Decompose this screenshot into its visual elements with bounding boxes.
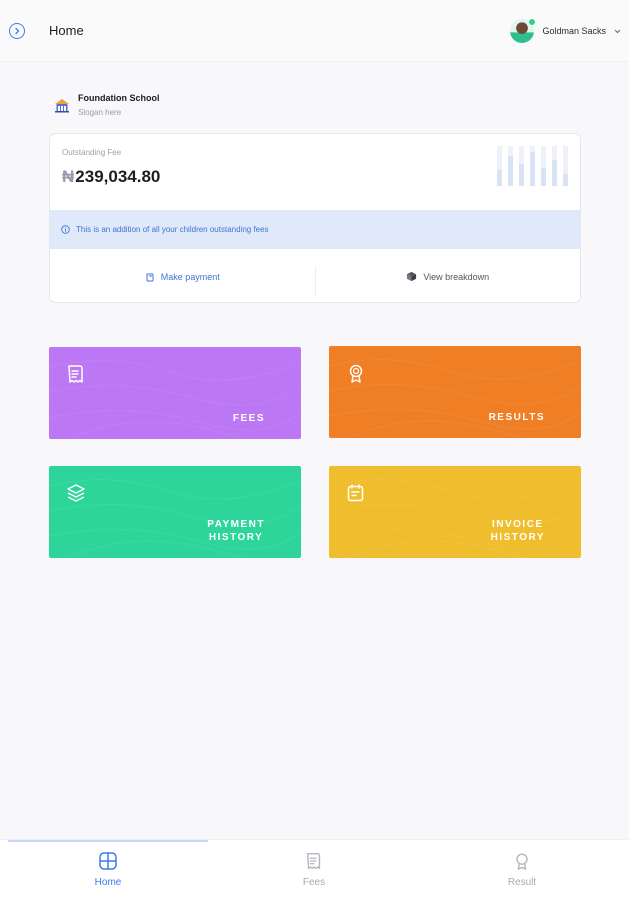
- outstanding-fee-card: Outstanding Fee ₦239,034.80 This is an a…: [49, 133, 581, 303]
- results-tile-label: RESULTS: [488, 412, 545, 423]
- tile-texture: [329, 359, 581, 438]
- invoice-note-icon: [347, 484, 364, 502]
- box-icon: [407, 271, 417, 282]
- invoice-history-line1: INVOICE: [491, 519, 544, 530]
- invoice-history-tile[interactable]: INVOICE HISTORY: [329, 466, 581, 558]
- nav-item-result[interactable]: Result: [492, 851, 552, 888]
- fee-notice-text: This is an addition of all your children…: [76, 225, 269, 234]
- payment-history-line2: HISTORY: [208, 532, 264, 543]
- view-breakdown-button[interactable]: View breakdown: [316, 249, 581, 302]
- school-name: Foundation School: [78, 93, 160, 103]
- view-breakdown-label: View breakdown: [423, 271, 490, 282]
- tile-texture: [329, 479, 581, 558]
- nav-label-home: Home: [94, 877, 122, 888]
- medal-icon: [516, 853, 528, 870]
- page-title: Home: [49, 23, 84, 38]
- payment-history-tile[interactable]: PAYMENT HISTORY: [49, 466, 301, 558]
- school-building-icon: [55, 99, 69, 113]
- invoice-history-line2: HISTORY: [490, 532, 545, 543]
- payment-history-tile-label: PAYMENT HISTORY: [207, 518, 265, 544]
- amount-value: 239,034.80: [75, 167, 161, 186]
- receipt-icon: [68, 365, 83, 383]
- layers-icon: [67, 484, 85, 502]
- nav-label-fees: Fees: [302, 877, 326, 888]
- receipt-icon: [306, 853, 321, 869]
- info-icon: [61, 225, 70, 234]
- wallet-icon: [146, 273, 154, 281]
- medal-icon: [349, 364, 363, 383]
- online-status-dot: [528, 18, 537, 26]
- top-header: Home Goldman Sacks: [0, 0, 629, 62]
- invoice-history-tile-label: INVOICE HISTORY: [491, 518, 545, 544]
- outstanding-fee-label: Outstanding Fee: [62, 148, 122, 157]
- decorative-bars-icon: [497, 146, 568, 186]
- fee-actions: Make payment View breakdown: [50, 249, 581, 302]
- make-payment-button[interactable]: Make payment: [50, 249, 315, 302]
- school-slogan: Slogan here: [78, 108, 122, 117]
- school-info: Foundation School Slogan here: [54, 93, 160, 117]
- tile-texture: [49, 360, 301, 439]
- chevron-right-icon: [15, 27, 20, 35]
- fees-tile[interactable]: FEES: [49, 347, 301, 439]
- user-menu[interactable]: Goldman Sacks: [510, 17, 621, 45]
- tile-texture: [49, 479, 301, 558]
- nav-item-fees[interactable]: Fees: [284, 851, 344, 888]
- bottom-navigation: Home Fees Result: [0, 839, 629, 900]
- chevron-down-icon: [614, 29, 621, 33]
- user-name: Goldman Sacks: [542, 26, 606, 36]
- fee-notice: This is an addition of all your children…: [50, 210, 580, 249]
- avatar: [510, 18, 537, 43]
- currency-symbol: ₦: [62, 167, 75, 186]
- nav-active-indicator: [8, 840, 208, 842]
- nav-label-result: Result: [507, 877, 537, 888]
- nav-item-home[interactable]: Home: [78, 851, 138, 888]
- sidebar-toggle-button[interactable]: [9, 23, 25, 39]
- payment-history-line1: PAYMENT: [207, 519, 265, 530]
- home-grid-icon: [99, 852, 117, 870]
- make-payment-label: Make payment: [160, 271, 220, 282]
- results-tile[interactable]: RESULTS: [329, 346, 581, 438]
- fees-tile-label: FEES: [232, 413, 265, 424]
- outstanding-fee-amount: ₦239,034.80: [62, 167, 160, 187]
